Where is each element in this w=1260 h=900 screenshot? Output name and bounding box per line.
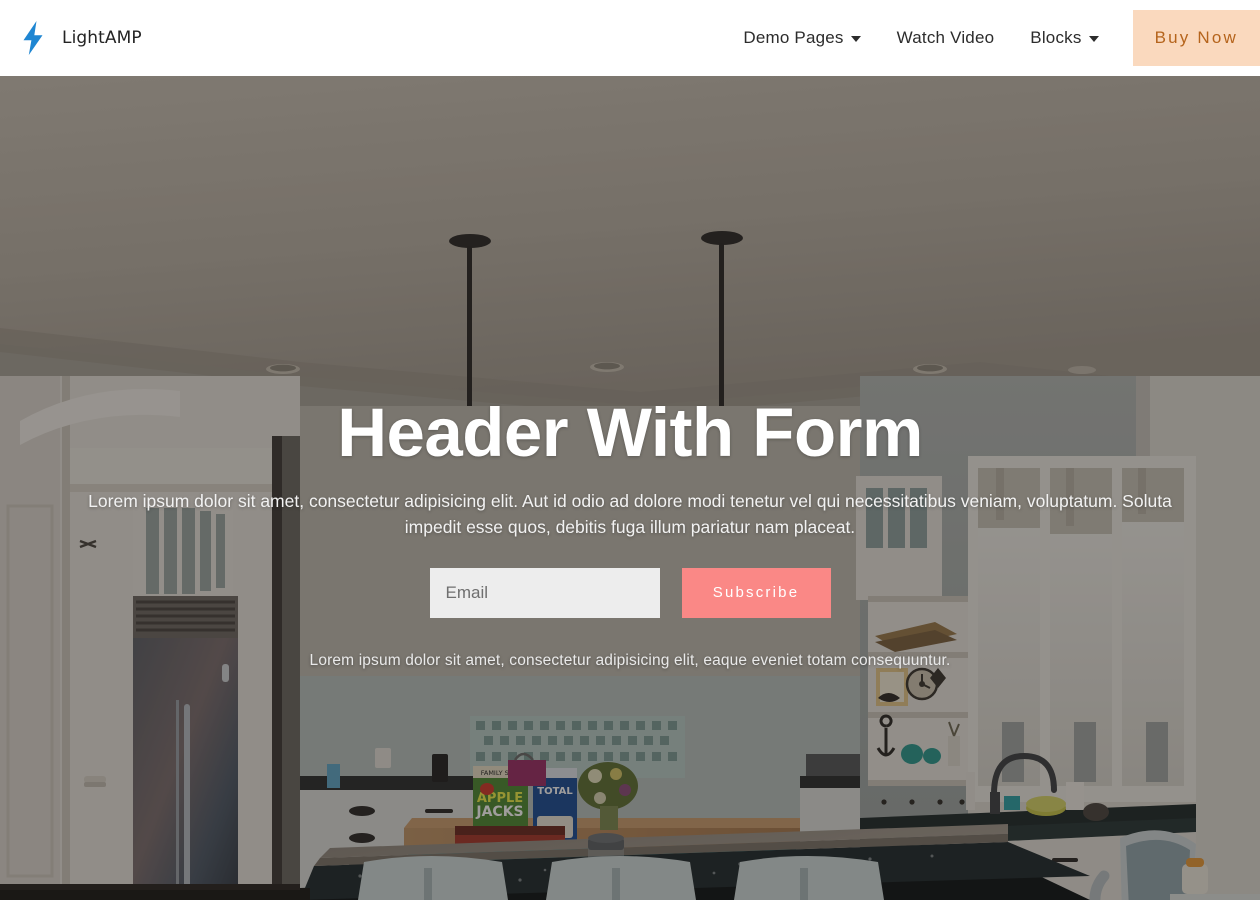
hero-subtitle: Lorem ipsum dolor sit amet, consectetur … — [88, 491, 1172, 537]
email-input[interactable] — [429, 567, 660, 618]
page-title: Header With Form — [337, 394, 923, 471]
nav-item-label: Blocks — [1030, 28, 1082, 47]
nav-item-label: Watch Video — [896, 28, 995, 47]
subscribe-button[interactable]: Subscribe — [681, 567, 831, 618]
hero-content: Header With Form Lorem ipsum dolor sit a… — [0, 76, 1260, 670]
nav-links: Demo Pages Watch Video Blocks — [725, 28, 1116, 48]
buy-now-button[interactable]: Buy Now — [1132, 10, 1260, 66]
brand-logo-link[interactable]: LightAMP — [18, 20, 142, 56]
nav-item-watch-video[interactable]: Watch Video — [879, 28, 1013, 48]
brand-name: LightAMP — [62, 28, 142, 48]
nav-item-label: Demo Pages — [743, 28, 844, 47]
nav-item-demo-pages[interactable]: Demo Pages — [725, 28, 878, 48]
primary-navigation: Demo Pages Watch Video Blocks Buy Now — [725, 0, 1260, 76]
site-navbar: LightAMP Demo Pages Watch Video Blocks B… — [0, 0, 1260, 76]
subscribe-form: Subscribe — [0, 567, 1260, 618]
hero-caption: Lorem ipsum dolor sit amet, consectetur … — [309, 651, 951, 669]
lightning-bolt-icon — [18, 20, 48, 56]
chevron-down-icon — [850, 36, 861, 42]
chevron-down-icon — [1088, 36, 1099, 42]
nav-item-blocks[interactable]: Blocks — [1012, 28, 1116, 48]
hero-section: FAMILY SIZE APPLE JACKS TOTAL Header Wit… — [0, 76, 1260, 900]
